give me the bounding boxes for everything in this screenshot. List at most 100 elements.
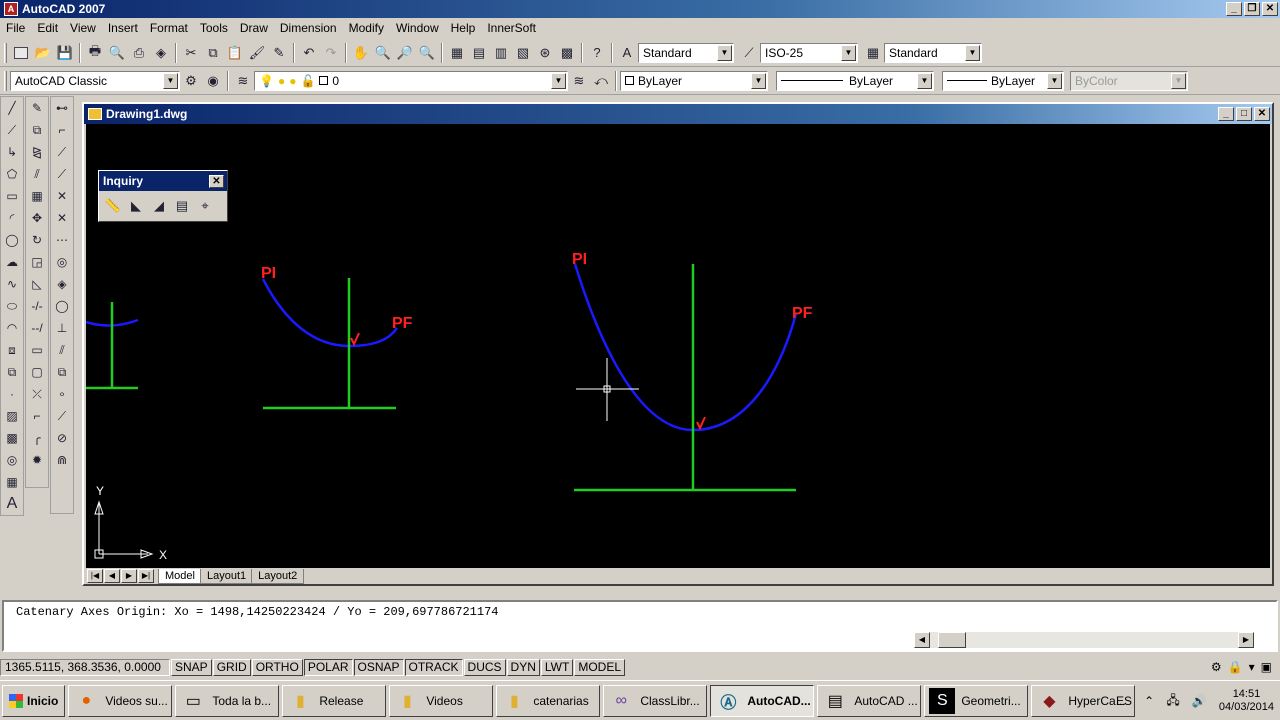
menu-help[interactable]: Help	[445, 21, 482, 35]
block-editor-icon[interactable]: ✎	[268, 42, 290, 64]
line-icon[interactable]: ╱	[1, 97, 23, 119]
plot-preview-icon[interactable]: 🔍	[106, 42, 128, 64]
snap-from-icon[interactable]: ⌐	[51, 119, 73, 141]
clock[interactable]: 14:51 04/03/2014	[1219, 688, 1274, 714]
restore-button[interactable]: ❐	[1244, 2, 1260, 16]
grid-toggle[interactable]: GRID	[212, 659, 251, 676]
network-icon[interactable]: 🖧	[1166, 691, 1179, 712]
offset-icon[interactable]: ⫽	[26, 163, 48, 185]
paste-icon[interactable]: 📋	[224, 42, 246, 64]
scroll-right-icon[interactable]: ▶	[1238, 632, 1254, 648]
snap-intersection-icon[interactable]: ✕	[51, 185, 73, 207]
taskbar-item[interactable]: S Geometri...	[924, 684, 1029, 717]
zoom-previous-icon[interactable]: 🔍	[416, 42, 438, 64]
doc-maximize-button[interactable]: □	[1236, 107, 1252, 121]
move-icon[interactable]: ✥	[26, 207, 48, 229]
inquiry-close-button[interactable]: ✕	[209, 174, 224, 188]
zoom-window-icon[interactable]: 🔎	[394, 42, 416, 64]
taskbar-item[interactable]: ▮ Videos	[389, 684, 494, 717]
rotate-icon[interactable]: ↻	[26, 229, 48, 251]
array-icon[interactable]: ▦	[26, 185, 48, 207]
break-icon[interactable]: ▢	[26, 361, 48, 383]
properties-icon[interactable]: ▦	[446, 42, 468, 64]
copy-object-icon[interactable]: ⧉	[26, 119, 48, 141]
spline-icon[interactable]: ∿	[1, 273, 23, 295]
snap-nearest-icon[interactable]: ⟋	[51, 405, 73, 427]
layer-manager-icon[interactable]: ≋	[232, 70, 254, 92]
zoom-realtime-icon[interactable]: 🔍	[372, 42, 394, 64]
taskbar-item[interactable]: ∞ ClassLibr...	[603, 684, 708, 717]
tab-model[interactable]: Model	[158, 568, 202, 584]
linetype-select[interactable]: ByLayer ▼	[776, 70, 934, 91]
workspace-settings-icon[interactable]: ⚙	[180, 70, 202, 92]
construction-line-icon[interactable]: ⟋	[1, 119, 23, 141]
text-style-select[interactable]: Standard ▼	[638, 42, 734, 63]
stretch-icon[interactable]: ◺	[26, 273, 48, 295]
distance-icon[interactable]: 📏	[102, 195, 124, 217]
region-mass-properties-icon[interactable]: ◢	[148, 195, 170, 217]
taskbar-item[interactable]: ▭ Toda la b...	[175, 684, 280, 717]
ortho-toggle[interactable]: ORTHO	[251, 659, 303, 676]
snap-quadrant-icon[interactable]: ◈	[51, 273, 73, 295]
markup-icon[interactable]: ⊛	[534, 42, 556, 64]
snap-midpoint-icon[interactable]: ⟋	[51, 163, 73, 185]
menu-modify[interactable]: Modify	[343, 21, 390, 35]
3d-dwf-icon[interactable]: ◈	[150, 42, 172, 64]
doc-close-button[interactable]: ✕	[1254, 107, 1270, 121]
lock-toolbar-icon[interactable]: 🔒	[1228, 660, 1243, 674]
break-at-point-icon[interactable]: ▭	[26, 339, 48, 361]
lwt-toggle[interactable]: LWT	[540, 659, 574, 676]
menu-view[interactable]: View	[64, 21, 102, 35]
menu-innersoft[interactable]: InnerSoft	[481, 21, 542, 35]
arc-icon[interactable]: ◜	[1, 207, 23, 229]
design-center-icon[interactable]: ▤	[468, 42, 490, 64]
menu-window[interactable]: Window	[390, 21, 445, 35]
menu-insert[interactable]: Insert	[102, 21, 144, 35]
taskbar-item[interactable]: Ⓐ AutoCAD...	[710, 684, 815, 717]
snap-toggle[interactable]: SNAP	[171, 659, 212, 676]
redo-icon[interactable]: ↷	[320, 42, 342, 64]
help-icon[interactable]: ?	[586, 42, 608, 64]
menu-tools[interactable]: Tools	[194, 21, 234, 35]
save-icon[interactable]: 💾	[54, 42, 76, 64]
circle-icon[interactable]: ◯	[1, 229, 23, 251]
ducs-toggle[interactable]: DUCS	[463, 659, 506, 676]
temporary-track-icon[interactable]: ⊷	[51, 97, 73, 119]
ellipse-icon[interactable]: ⬭	[1, 295, 23, 317]
copy-icon[interactable]: ⧉	[202, 42, 224, 64]
taskbar-item[interactable]: ▮ Release	[282, 684, 387, 717]
open-file-icon[interactable]: 📂	[32, 42, 54, 64]
snap-perpendicular-icon[interactable]: ⊥	[51, 317, 73, 339]
model-toggle[interactable]: MODEL	[574, 659, 626, 676]
chamfer-icon[interactable]: ⌐	[26, 405, 48, 427]
table-icon[interactable]: ▦	[1, 471, 23, 493]
menu-format[interactable]: Format	[144, 21, 194, 35]
erase-icon[interactable]: ✎	[26, 97, 48, 119]
fillet-icon[interactable]: ╭	[26, 427, 48, 449]
otrack-toggle[interactable]: OTRACK	[404, 659, 463, 676]
hatch-icon[interactable]: ▨	[1, 405, 23, 427]
pan-icon[interactable]: ✋	[350, 42, 372, 64]
status-menu-icon[interactable]: ▾	[1249, 660, 1255, 674]
layer-select[interactable]: 💡 ● ● 🔓 0 ▼	[254, 70, 568, 91]
menu-draw[interactable]: Draw	[234, 21, 274, 35]
ellipse-arc-icon[interactable]: ◠	[1, 317, 23, 339]
mirror-icon[interactable]: ⧎	[26, 141, 48, 163]
explode-icon[interactable]: ✹	[26, 449, 48, 471]
polygon-icon[interactable]: ⬠	[1, 163, 23, 185]
communication-center-icon[interactable]: ⚙	[1211, 660, 1222, 674]
osnap-toggle[interactable]: OSNAP	[353, 659, 404, 676]
command-scrollbar[interactable]: ◀ ▶	[914, 632, 1254, 648]
last-tab-icon[interactable]: ▶|	[138, 569, 154, 583]
area-icon[interactable]: ◣	[125, 195, 147, 217]
menu-edit[interactable]: Edit	[31, 21, 64, 35]
polar-toggle[interactable]: POLAR	[303, 659, 353, 676]
layer-previous-icon[interactable]: ⤺	[590, 70, 612, 92]
point-icon[interactable]: ·	[1, 383, 23, 405]
cut-icon[interactable]: ✂	[180, 42, 202, 64]
inquiry-title-bar[interactable]: Inquiry ✕	[99, 171, 227, 191]
language-indicator[interactable]: ES	[1116, 694, 1132, 708]
dyn-toggle[interactable]: DYN	[506, 659, 540, 676]
insert-block-icon[interactable]: ⧈	[1, 339, 23, 361]
snap-none-icon[interactable]: ⊘	[51, 427, 73, 449]
